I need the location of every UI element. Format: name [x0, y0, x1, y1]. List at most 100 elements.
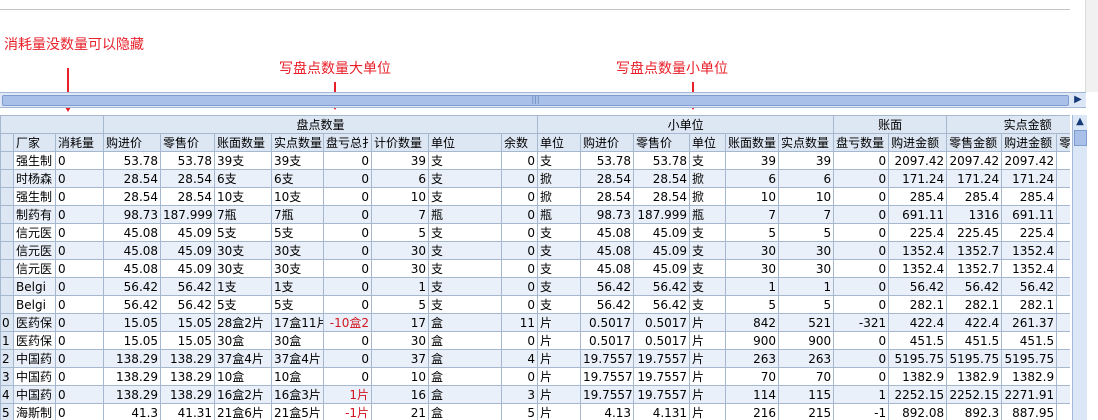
- table-cell[interactable]: 1352.4: [1001, 259, 1058, 278]
- table-cell[interactable]: 10: [371, 367, 430, 386]
- table-cell[interactable]: 17盒11片: [271, 313, 325, 332]
- table-cell[interactable]: 56.42: [888, 277, 948, 296]
- table-cell[interactable]: 53.78: [160, 151, 216, 170]
- table-cell[interactable]: 16: [371, 385, 430, 404]
- column-header[interactable]: 单位: [428, 133, 503, 152]
- table-cell[interactable]: 1352.7: [946, 259, 1003, 278]
- table-cell[interactable]: 支: [428, 259, 503, 278]
- table-cell[interactable]: 支: [689, 259, 727, 278]
- table-cell[interactable]: 片: [689, 331, 727, 350]
- table-cell[interactable]: 1片: [323, 385, 373, 404]
- grid-vertical-scrollbar[interactable]: ▲: [1072, 115, 1087, 420]
- table-cell[interactable]: 56.42: [103, 277, 162, 296]
- table-cell[interactable]: 0: [54, 367, 105, 386]
- table-cell[interactable]: 1382.9: [888, 367, 948, 386]
- table-cell[interactable]: 支: [428, 295, 503, 314]
- table-cell[interactable]: 0: [54, 313, 105, 332]
- table-cell[interactable]: 30: [371, 241, 430, 260]
- table-cell[interactable]: 225.4: [1001, 223, 1058, 242]
- table-cell[interactable]: 支: [537, 223, 582, 242]
- table-cell[interactable]: 中国药: [13, 385, 56, 404]
- table-cell[interactable]: 37: [371, 349, 430, 368]
- table-cell[interactable]: 0: [501, 187, 539, 206]
- table-cell[interactable]: 1352.7: [946, 241, 1003, 260]
- table-cell[interactable]: 4.131: [633, 403, 691, 420]
- table-cell[interactable]: 支: [428, 277, 503, 296]
- table-cell[interactable]: 282.1: [946, 295, 1003, 314]
- table-cell[interactable]: 11: [501, 313, 539, 332]
- table-cell[interactable]: 39: [778, 151, 835, 170]
- table-cell[interactable]: 261: [1056, 313, 1070, 332]
- table-cell[interactable]: 瓶: [428, 205, 503, 224]
- table-cell[interactable]: 0: [54, 295, 105, 314]
- column-header[interactable]: 消耗量: [54, 133, 105, 152]
- table-cell[interactable]: 70: [778, 367, 835, 386]
- table-cell[interactable]: 掀: [537, 169, 582, 188]
- column-header[interactable]: 实点数量: [271, 133, 325, 152]
- vertical-scroll-thumb[interactable]: [1074, 130, 1087, 146]
- table-cell[interactable]: 10盒: [214, 367, 273, 386]
- table-cell[interactable]: 片: [537, 331, 582, 350]
- table-cell[interactable]: 15.05: [160, 331, 216, 350]
- table-cell[interactable]: 892.08: [888, 403, 948, 420]
- table-cell[interactable]: 片: [689, 313, 727, 332]
- table-cell[interactable]: 0: [54, 277, 105, 296]
- column-header[interactable]: 零售价: [633, 133, 691, 152]
- table-cell[interactable]: 285.4: [1001, 187, 1058, 206]
- table-cell[interactable]: 支: [689, 241, 727, 260]
- table-cell[interactable]: 15.05: [103, 313, 162, 332]
- table-cell[interactable]: 支: [537, 295, 582, 314]
- table-cell[interactable]: 10支: [214, 187, 273, 206]
- table-cell[interactable]: 19.7557: [580, 349, 635, 368]
- table-cell[interactable]: 5: [371, 295, 430, 314]
- table-cell[interactable]: 53.78: [580, 151, 635, 170]
- table-cell[interactable]: 37盒4片: [271, 349, 325, 368]
- table-cell[interactable]: 17: [371, 313, 430, 332]
- table-cell[interactable]: 2252.15: [946, 385, 1003, 404]
- table-cell[interactable]: 0: [54, 403, 105, 420]
- table-cell[interactable]: 15.05: [103, 331, 162, 350]
- table-cell[interactable]: 0: [323, 205, 373, 224]
- table-cell[interactable]: 10: [371, 187, 430, 206]
- table-cell[interactable]: 28.54: [160, 187, 216, 206]
- table-cell[interactable]: 70: [725, 367, 780, 386]
- horizontal-scrollbar[interactable]: ||| ▶: [0, 92, 1086, 108]
- table-cell[interactable]: 30盒: [214, 331, 273, 350]
- table-cell[interactable]: 瓶: [689, 205, 727, 224]
- table-cell[interactable]: 0: [501, 169, 539, 188]
- table-cell[interactable]: 0: [323, 331, 373, 350]
- column-header[interactable]: 购进金额: [1001, 133, 1058, 152]
- table-cell[interactable]: 6: [371, 169, 430, 188]
- table-cell[interactable]: 6支: [214, 169, 273, 188]
- table-cell[interactable]: 2097.42: [946, 151, 1003, 170]
- column-header[interactable]: 购进价: [103, 133, 162, 152]
- table-cell[interactable]: 0: [54, 205, 105, 224]
- table-cell[interactable]: 0: [323, 259, 373, 278]
- column-header[interactable]: 盘亏总扌: [323, 133, 373, 152]
- table-row[interactable]: 信元医 0 45.08 45.09 30支 30支 0 30 支 0 支 45.08 45.09 支 30 3…: [0, 259, 1070, 278]
- table-row[interactable]: 0 医药保 0 15.05 15.05 28盒2片 17盒11片 -10盒2 17 盒 11 片 0.5…: [0, 313, 1070, 332]
- table-cell[interactable]: 422.4: [946, 313, 1003, 332]
- table-cell[interactable]: 5195.75: [888, 349, 948, 368]
- table-cell[interactable]: 225: [1056, 223, 1070, 242]
- table-cell[interactable]: 盒: [428, 385, 503, 404]
- table-cell[interactable]: 1352.4: [1001, 241, 1058, 260]
- table-cell[interactable]: 138.29: [103, 349, 162, 368]
- table-cell[interactable]: 7瓶: [214, 205, 273, 224]
- table-cell[interactable]: -1片: [323, 403, 373, 420]
- table-cell[interactable]: 1352.4: [888, 259, 948, 278]
- table-cell[interactable]: 15.05: [160, 313, 216, 332]
- table-cell[interactable]: 422.4: [888, 313, 948, 332]
- table-cell[interactable]: 5: [725, 295, 780, 314]
- table-cell[interactable]: 53.78: [633, 151, 691, 170]
- table-cell[interactable]: 19.7557: [580, 385, 635, 404]
- table-cell[interactable]: 171: [1056, 169, 1070, 188]
- table-cell[interactable]: 5: [725, 223, 780, 242]
- table-cell[interactable]: 6: [725, 169, 780, 188]
- table-cell[interactable]: 171.24: [888, 169, 948, 188]
- table-cell[interactable]: -10盒2: [323, 313, 373, 332]
- table-cell[interactable]: 215: [778, 403, 835, 420]
- table-cell[interactable]: 45.08: [103, 223, 162, 242]
- table-cell[interactable]: 451.5: [1001, 331, 1058, 350]
- table-cell[interactable]: 39支: [271, 151, 325, 170]
